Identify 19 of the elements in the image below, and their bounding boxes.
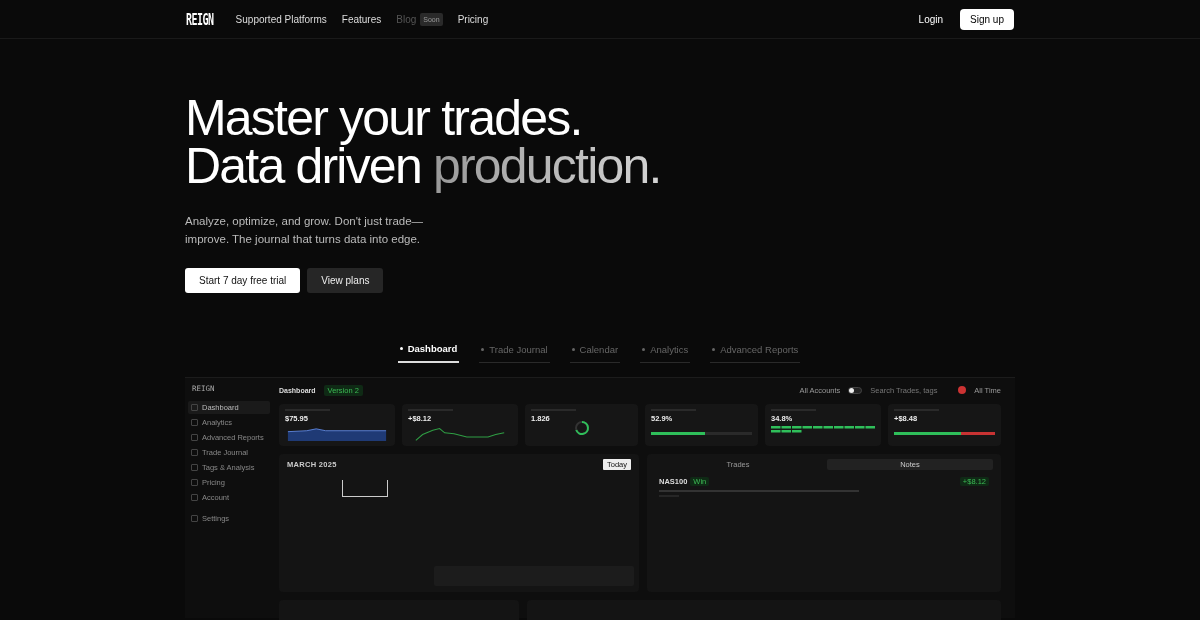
free-trial-button[interactable]: Start 7 day free trial bbox=[185, 268, 301, 293]
nav-link[interactable]: Pricing bbox=[457, 13, 489, 25]
toggle-icon bbox=[848, 386, 863, 394]
view-plans-button[interactable]: View plans bbox=[307, 268, 384, 293]
nav-link[interactable]: Features bbox=[341, 13, 382, 25]
login-link[interactable]: Login bbox=[918, 13, 944, 25]
tab[interactable]: Advanced Reports bbox=[710, 339, 801, 363]
nav-link: Blog bbox=[396, 13, 417, 25]
nav-link[interactable]: Supported Platforms bbox=[235, 13, 327, 25]
notification-icon bbox=[958, 386, 967, 394]
tab[interactable]: Trade Journal bbox=[479, 339, 550, 363]
tab[interactable]: Dashboard bbox=[397, 339, 460, 363]
selection-outline bbox=[341, 480, 388, 497]
sign-up-button[interactable]: Sign up bbox=[960, 8, 1014, 30]
tab[interactable]: Calendar bbox=[569, 339, 621, 363]
ring-chart bbox=[573, 420, 590, 436]
logo[interactable]: REIGN bbox=[186, 10, 214, 28]
subtitle-text: Analyze, optimize, and grow. Don't just trade—improve. The journal that turns data into edge. bbox=[185, 214, 425, 247]
tab[interactable]: Analytics bbox=[640, 339, 691, 363]
